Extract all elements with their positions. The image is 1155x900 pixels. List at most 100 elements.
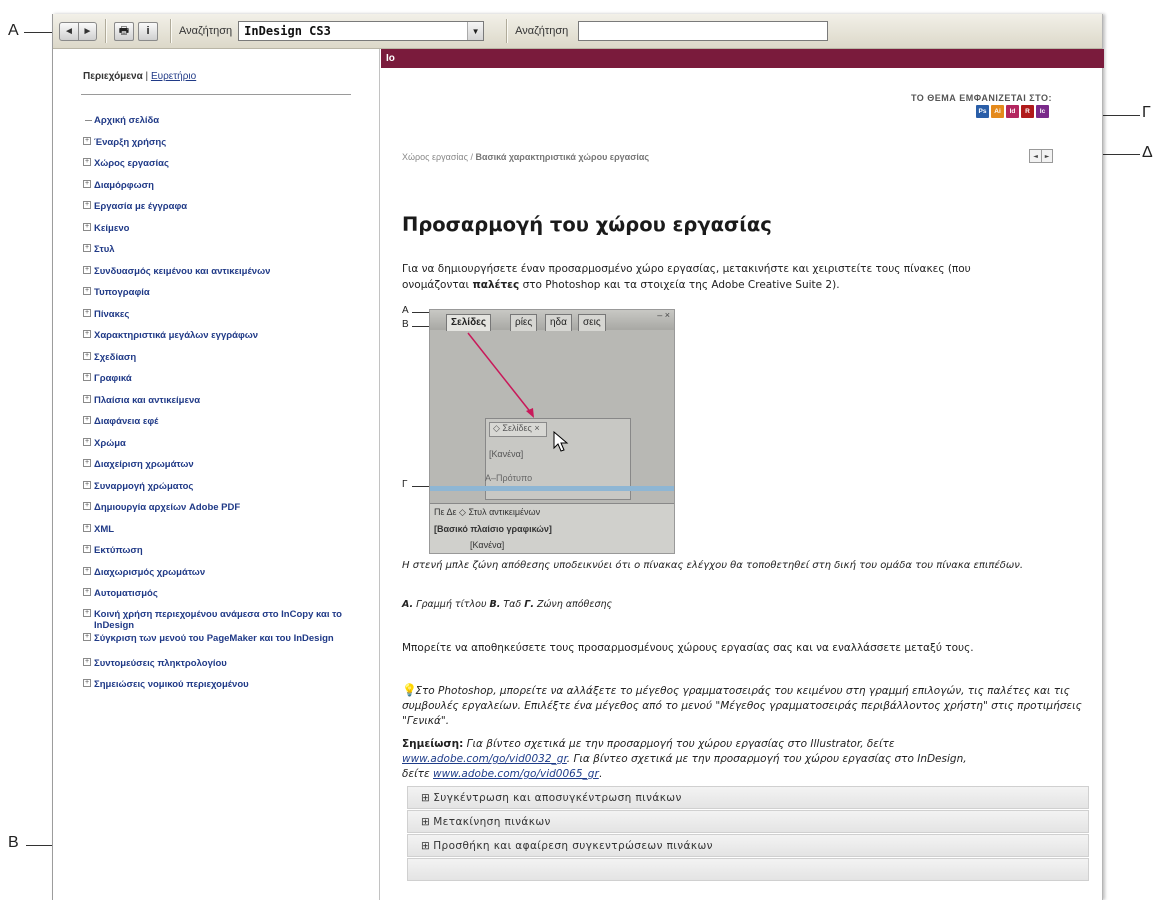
info-button[interactable]: i [138,21,158,41]
appears-in-label: ΤΟ ΘΕΜΑ ΕΜΦΑΝΙΖΕΤΑΙ ΣΤΟ: [910,93,1052,103]
expand-icon[interactable]: + [83,459,91,467]
expand-icon[interactable]: + [83,394,91,403]
sidebar-item[interactable]: + Σημειώσεις νομικού περιεχομένου [83,679,249,690]
sidebar-item-label: Έναρξη χρήσης [94,136,167,148]
accordion-row[interactable]: ⊞ Μετακίνηση πινάκων [407,810,1089,833]
sidebar-item-label: Γραφικά [94,373,132,384]
sidebar-item[interactable]: + Συντομεύσεις πληκτρολογίου [83,657,227,669]
tip-paragraph: 💡 Στο Photoshop, μπορείτε να αλλάξετε το… [402,683,1082,729]
sidebar-item[interactable]: + Στυλ [83,244,115,255]
expand-icon[interactable]: + [83,480,91,489]
expand-icon[interactable]: + [83,265,91,274]
nav-buttons: ◄ ► [59,21,97,41]
tab-index[interactable]: Ευρετήριο [151,71,196,82]
sidebar-item[interactable]: + Εκτύπωση [83,545,143,556]
expand-icon[interactable]: + [83,502,91,510]
expand-icon[interactable]: + [83,679,91,687]
sidebar-item[interactable]: + Γραφικά [83,373,132,384]
product-icon[interactable]: Ic [1036,105,1049,118]
expand-icon[interactable]: + [83,609,91,617]
figure-master: A–Πρότυπο [485,473,533,483]
sidebar-item[interactable]: + Αυτοματισμός [83,588,158,599]
sidebar-item[interactable]: + Έναρξη χρήσης [83,136,167,148]
expand-icon[interactable]: ⊞ [421,792,430,804]
sidebar-item-label: Σχεδίαση [94,351,137,363]
accordion-row[interactable]: ⊞ Προσθήκη και αφαίρεση συγκεντρώσεων πιν… [407,834,1089,857]
legend-text: Ζώνη απόθεσης [533,599,613,610]
expand-icon[interactable]: + [83,330,91,338]
product-icon[interactable]: Id [1006,105,1019,118]
expand-icon[interactable]: + [83,158,91,166]
sidebar-item[interactable]: + Κοινή χρήση περιεχομένου ανάμεσα στο In… [83,609,373,631]
sidebar-item-label: Στυλ [94,244,115,255]
accordion-row[interactable]: ⊞ Συγκέντρωση και αποσυγκέντρωση πινάκων [407,786,1089,809]
expand-icon[interactable]: + [83,523,91,532]
expand-icon[interactable]: + [83,566,91,575]
product-icon[interactable]: Ai [991,105,1004,118]
back-button[interactable]: ◄ [60,23,78,40]
sidebar-item[interactable]: + Τυπογραφία [83,287,150,298]
expand-icon[interactable]: + [83,244,91,252]
expand-icon[interactable]: + [83,179,91,188]
accordion: ⊞ Συγκέντρωση και αποσυγκέντρωση πινάκων ⊞… [407,786,1089,882]
sidebar-item[interactable]: + Χρώμα [83,437,126,449]
expand-icon[interactable]: + [83,308,91,317]
sidebar-item[interactable]: + Δημιουργία αρχείων Adobe PDF [83,502,240,513]
breadcrumb-parent[interactable]: Χώρος εργασίας [402,152,468,162]
expand-icon[interactable]: + [83,222,91,231]
expand-icon[interactable]: + [83,545,91,553]
sidebar-item[interactable]: + Εργασία με έγγραφα [83,201,187,212]
expand-icon[interactable]: + [83,373,91,381]
sidebar-item[interactable]: + Πίνακες [83,308,129,320]
sidebar-item[interactable]: + Συναρμογή χρώματος [83,480,194,492]
sidebar-item[interactable]: + Συνδυασμός κειμένου και αντικειμένων [83,265,270,277]
video-link-indesign[interactable]: www.adobe.com/go/vid0065_gr [433,768,599,780]
toolbar-separator [506,19,508,43]
forward-button[interactable]: ► [78,22,96,40]
expand-icon[interactable]: + [83,351,91,360]
prev-topic-button[interactable]: ◄ [1030,150,1041,162]
expand-icon[interactable]: + [83,416,91,424]
scope-select[interactable]: InDesign CS3 ▼ [238,21,485,41]
print-button[interactable]: 🖶 [114,21,134,41]
expand-icon[interactable]: ⊞ [421,816,430,828]
sidebar-item[interactable]: + Χώρος εργασίας [83,158,169,169]
sidebar-item[interactable]: + Σχεδίαση [83,351,137,363]
sidebar-item-label: Συναρμογή χρώματος [94,480,194,492]
figure-legend: A. Γραμμή τίτλου B. Ταδ Γ. Ζώνη απόθεσης [402,599,612,610]
sidebar-item[interactable]: + Σύγκριση των μενού του PageMaker και το… [83,633,334,644]
info-icon: i [146,25,150,37]
sidebar-item[interactable]: + Χαρακτηριστικά μεγάλων εγγράφων [83,330,258,341]
sidebar-item-label: Χρώμα [94,437,126,449]
expand-icon[interactable]: ⊞ [421,840,430,852]
accordion-row[interactable] [407,858,1089,881]
expand-icon[interactable]: + [83,437,91,446]
expand-icon[interactable]: + [83,287,91,295]
chevron-down-icon[interactable]: ▼ [467,22,484,40]
expand-icon[interactable]: + [83,136,91,145]
sidebar-item-label: Διαφάνεια εφέ [94,416,159,427]
product-icon[interactable]: R [1021,105,1034,118]
expand-icon[interactable]: + [83,657,91,666]
expand-icon[interactable]: + [83,633,91,641]
figure-bottom-panel: Πε Δε ◇ Στυλ αντικειμένων [Βασικό πλαίσι… [430,503,674,553]
expand-icon[interactable]: + [83,588,91,596]
sidebar-item[interactable]: Αρχική σελίδα [83,115,159,126]
sidebar-item[interactable]: + Πλαίσια και αντικείμενα [83,394,200,406]
video-link-illustrator[interactable]: www.adobe.com/go/vid0032_gr [402,753,567,765]
header-title: Ιο [386,53,395,64]
sidebar-item[interactable]: + Κείμενο [83,222,129,234]
search-input[interactable] [578,21,829,41]
sidebar-item[interactable]: + Διαχείριση χρωμάτων [83,459,194,470]
sidebar-item-label: Αρχική σελίδα [94,115,160,126]
product-icon[interactable]: Ps [976,105,989,118]
next-topic-button[interactable]: ► [1041,150,1052,162]
sidebar-item[interactable]: + XML [83,523,114,535]
sidebar-item[interactable]: + Διαμόρφωση [83,179,154,191]
expand-icon[interactable]: + [83,201,91,209]
sidebar-item-label: Χώρος εργασίας [94,158,169,169]
sidebar-item[interactable]: + Διαχωρισμός χρωμάτων [83,566,206,578]
tab-contents[interactable]: Περιεχόμενα [83,71,143,82]
sidebar-item-label: Διαχωρισμός χρωμάτων [94,566,206,578]
sidebar-item[interactable]: + Διαφάνεια εφέ [83,416,158,427]
